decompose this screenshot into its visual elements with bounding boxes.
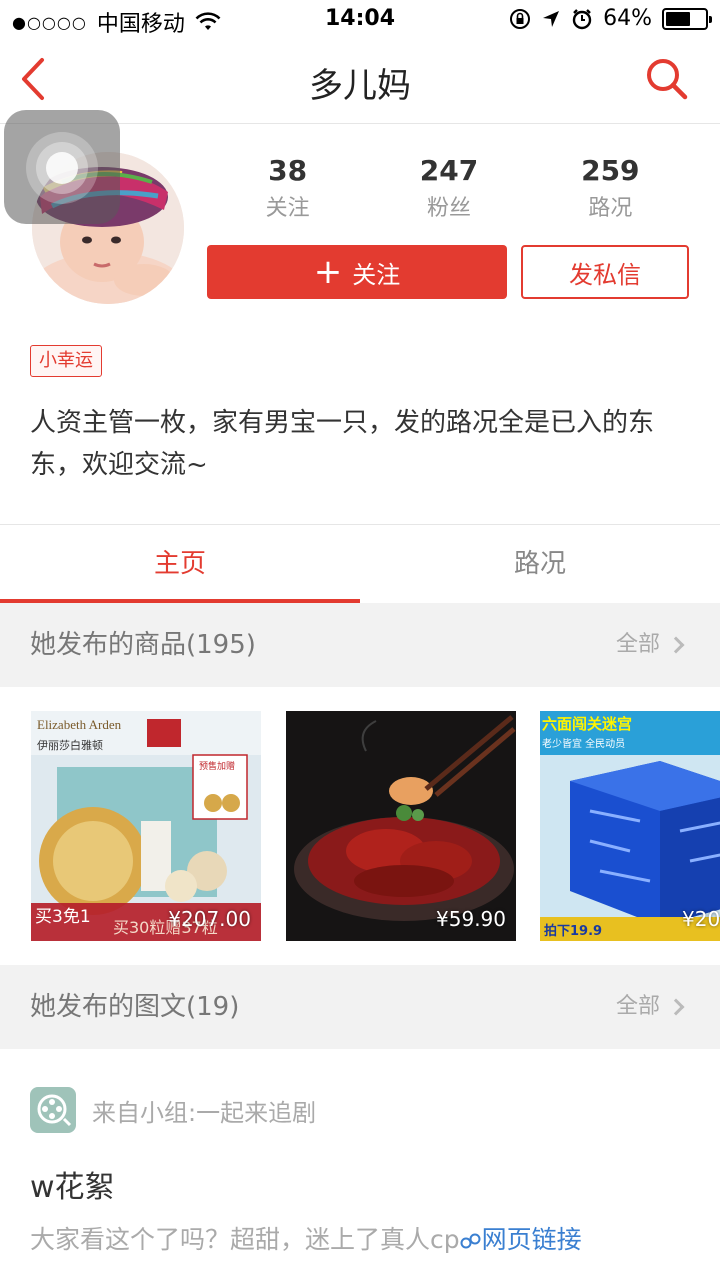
stat-label: 关注: [265, 196, 310, 221]
plus-icon: +: [313, 252, 343, 292]
product-promo-text: 拍下19.9: [544, 923, 602, 939]
search-icon[interactable]: [644, 56, 690, 102]
profile-bio: 人资主管一枚，家有男宝一只，发的路况全是已入的东东，欢迎交流~: [30, 408, 655, 480]
user-tag-badge: 小幸运: [30, 345, 102, 377]
stat-number: 247: [419, 154, 479, 187]
product-card[interactable]: ¥59.90: [286, 711, 516, 941]
chevron-right-icon: [667, 998, 685, 1016]
film-reel-icon: [30, 1087, 76, 1133]
orientation-lock-icon: [510, 8, 531, 29]
stat-followers[interactable]: 247 粉丝: [368, 152, 529, 232]
location-arrow-icon: [543, 10, 560, 27]
status-right: 64%: [509, 6, 712, 31]
product-card[interactable]: Elizabeth Arden 伊丽莎白雅顿 预售加赠 买3免1 买30粒赠37…: [31, 711, 261, 941]
follow-button-label: 关注: [352, 260, 401, 289]
page-title: 多儿妈: [309, 66, 411, 106]
view-all-label: 全部: [615, 994, 660, 1019]
post-excerpt-text: 大家看这个了吗？超甜，迷上了真人cp: [30, 1225, 460, 1254]
message-button[interactable]: 发私信: [521, 245, 689, 299]
nav-bar: 多儿妈: [0, 40, 720, 124]
profile-tabs: 主页 路况: [0, 525, 720, 603]
battery-icon: [662, 7, 712, 30]
products-section-header: 她发布的商品(195) 全部: [0, 603, 720, 687]
tab-road-posts[interactable]: 路况: [360, 525, 720, 603]
product-brand-text: Elizabeth Arden: [37, 717, 122, 732]
post-group-name: 来自小组:一起来追剧: [92, 1098, 317, 1127]
product-promo-text: 买3免1: [35, 907, 91, 927]
message-button-label: 发私信: [569, 260, 641, 289]
stat-label: 粉丝: [426, 196, 471, 221]
products-carousel[interactable]: Elizabeth Arden 伊丽莎白雅顿 预售加赠 买3免1 买30粒赠37…: [0, 687, 720, 965]
products-view-all-link[interactable]: 全部: [615, 603, 685, 687]
product-banner2-text: 老少皆宜 全民动员: [542, 737, 625, 750]
product-brand-cn-text: 伊丽莎白雅顿: [37, 738, 103, 752]
product-card[interactable]: 六面闯关迷宫 老少皆宜 全民动员 拍下19.9 ¥20: [540, 711, 720, 941]
product-price: ¥20: [682, 907, 720, 931]
posts-section-title: 她发布的图文(19): [30, 992, 240, 1022]
posts-view-all-link[interactable]: 全部: [615, 965, 685, 1049]
posts-section-header: 她发布的图文(19) 全部: [0, 965, 720, 1049]
battery-percent: 64%: [603, 6, 652, 31]
product-price: ¥59.90: [436, 907, 506, 931]
alarm-icon: [572, 8, 592, 29]
status-bar: ●○○○○ 中国移动 14:04 64%: [0, 0, 720, 40]
product-badge-text: 预售加赠: [199, 760, 235, 772]
post-group-row[interactable]: 来自小组:一起来追剧: [30, 1087, 316, 1133]
products-section-title: 她发布的商品(195): [30, 630, 256, 660]
assistive-touch-button[interactable]: [4, 110, 120, 224]
stat-posts[interactable]: 259 路况: [530, 152, 691, 232]
link-icon: [460, 1233, 481, 1249]
follow-button[interactable]: + 关注: [207, 245, 507, 299]
view-all-label: 全部: [615, 632, 660, 657]
profile-stats: 38 关注 247 粉丝 259 路况: [207, 152, 691, 232]
post-web-link[interactable]: 网页链接: [460, 1225, 582, 1254]
post-excerpt: 大家看这个了吗？超甜，迷上了真人cp 网页链接: [30, 1220, 582, 1256]
post-link-label: 网页链接: [481, 1225, 582, 1254]
product-price: ¥207.00: [168, 907, 251, 931]
stat-label: 路况: [588, 196, 633, 221]
product-banner-text: 六面闯关迷宫: [542, 715, 632, 733]
stat-number: 38: [268, 154, 308, 187]
tab-home[interactable]: 主页: [0, 525, 360, 603]
stat-number: 259: [581, 154, 640, 187]
post-title[interactable]: w花絮: [30, 1162, 115, 1206]
assistive-touch-ring-inner: [46, 152, 78, 184]
stat-following[interactable]: 38 关注: [207, 152, 368, 232]
chevron-right-icon: [667, 636, 685, 654]
